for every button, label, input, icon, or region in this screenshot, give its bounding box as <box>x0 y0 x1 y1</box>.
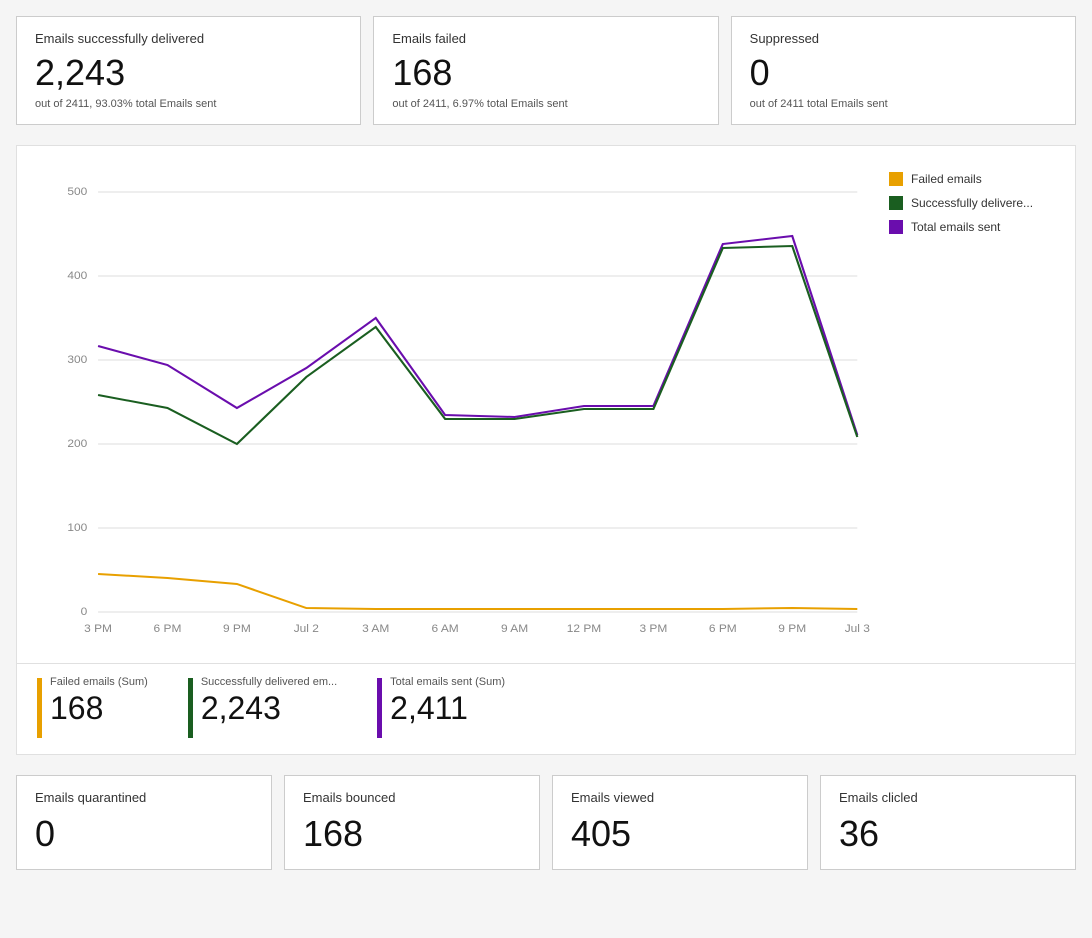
card-suppressed: Suppressed 0 out of 2411 total Emails se… <box>731 16 1076 125</box>
svg-text:500: 500 <box>67 186 87 198</box>
svg-text:Jul 2: Jul 2 <box>294 623 319 635</box>
card-title-delivered: Emails successfully delivered <box>35 31 342 46</box>
legend-color-box <box>889 220 903 234</box>
chart-legend: Failed emails Successfully delivere... T… <box>889 162 1059 647</box>
svg-text:3 PM: 3 PM <box>84 623 112 635</box>
svg-text:Jul 3: Jul 3 <box>845 623 870 635</box>
summary-value: 2,243 <box>201 690 337 727</box>
legend-color-box <box>889 196 903 210</box>
bottom-card-bounced: Emails bounced 168 <box>284 775 540 870</box>
bottom-card-title-viewed: Emails viewed <box>571 790 789 805</box>
summary-text: Successfully delivered em... 2,243 <box>201 676 337 727</box>
legend-label: Successfully delivere... <box>911 196 1033 210</box>
bottom-card-clicked: Emails clicled 36 <box>820 775 1076 870</box>
svg-text:9 PM: 9 PM <box>778 623 806 635</box>
card-number-delivered: 2,243 <box>35 52 342 94</box>
summary-label: Successfully delivered em... <box>201 676 337 688</box>
card-title-suppressed: Suppressed <box>750 31 1057 46</box>
svg-text:12 PM: 12 PM <box>567 623 601 635</box>
summary-bar <box>37 678 42 738</box>
bottom-cards-section: Emails quarantined 0 Emails bounced 168 … <box>16 775 1076 870</box>
summary-item-total-sum: Total emails sent (Sum) 2,411 <box>377 676 505 738</box>
summary-value: 168 <box>50 690 148 727</box>
line-chart-container: 500 400 300 200 100 0 3 PM 6 PM 9 PM Jul… <box>33 162 879 647</box>
svg-text:400: 400 <box>67 270 87 282</box>
summary-bar <box>188 678 193 738</box>
legend-item: Total emails sent <box>889 220 1059 234</box>
svg-text:0: 0 <box>81 606 88 618</box>
chart-summary: Failed emails (Sum) 168 Successfully del… <box>16 664 1076 755</box>
failed-line <box>98 574 857 609</box>
bottom-card-title-bounced: Emails bounced <box>303 790 521 805</box>
bottom-card-number-quarantined: 0 <box>35 813 253 855</box>
svg-text:3 AM: 3 AM <box>362 623 389 635</box>
bottom-card-number-viewed: 405 <box>571 813 789 855</box>
bottom-card-viewed: Emails viewed 405 <box>552 775 808 870</box>
legend-item: Successfully delivere... <box>889 196 1059 210</box>
card-subtitle-delivered: out of 2411, 93.03% total Emails sent <box>35 98 342 110</box>
summary-text: Failed emails (Sum) 168 <box>50 676 148 727</box>
summary-value: 2,411 <box>390 690 505 727</box>
total-line <box>98 236 857 435</box>
card-failed: Emails failed 168 out of 2411, 6.97% tot… <box>373 16 718 125</box>
summary-text: Total emails sent (Sum) 2,411 <box>390 676 505 727</box>
summary-bar <box>377 678 382 738</box>
svg-text:6 PM: 6 PM <box>709 623 737 635</box>
card-delivered: Emails successfully delivered 2,243 out … <box>16 16 361 125</box>
bottom-card-number-clicked: 36 <box>839 813 1057 855</box>
card-subtitle-suppressed: out of 2411 total Emails sent <box>750 98 1057 110</box>
card-number-failed: 168 <box>392 52 699 94</box>
card-subtitle-failed: out of 2411, 6.97% total Emails sent <box>392 98 699 110</box>
svg-text:6 PM: 6 PM <box>154 623 182 635</box>
summary-label: Failed emails (Sum) <box>50 676 148 688</box>
svg-text:9 PM: 9 PM <box>223 623 251 635</box>
svg-text:3 PM: 3 PM <box>639 623 667 635</box>
svg-text:9 AM: 9 AM <box>501 623 528 635</box>
bottom-card-title-clicked: Emails clicled <box>839 790 1057 805</box>
bottom-card-number-bounced: 168 <box>303 813 521 855</box>
legend-color-box <box>889 172 903 186</box>
summary-label: Total emails sent (Sum) <box>390 676 505 688</box>
summary-item-delivered-sum: Successfully delivered em... 2,243 <box>188 676 337 738</box>
svg-text:100: 100 <box>67 522 87 534</box>
svg-text:200: 200 <box>67 438 87 450</box>
svg-text:6 AM: 6 AM <box>432 623 459 635</box>
svg-text:300: 300 <box>67 354 87 366</box>
card-number-suppressed: 0 <box>750 52 1057 94</box>
line-chart-svg: 500 400 300 200 100 0 3 PM 6 PM 9 PM Jul… <box>33 162 879 642</box>
top-cards-section: Emails successfully delivered 2,243 out … <box>16 16 1076 125</box>
chart-area: 500 400 300 200 100 0 3 PM 6 PM 9 PM Jul… <box>16 145 1076 664</box>
card-title-failed: Emails failed <box>392 31 699 46</box>
legend-item: Failed emails <box>889 172 1059 186</box>
bottom-card-quarantined: Emails quarantined 0 <box>16 775 272 870</box>
legend-label: Failed emails <box>911 172 982 186</box>
legend-label: Total emails sent <box>911 220 1000 234</box>
summary-item-failed-sum: Failed emails (Sum) 168 <box>37 676 148 738</box>
bottom-card-title-quarantined: Emails quarantined <box>35 790 253 805</box>
